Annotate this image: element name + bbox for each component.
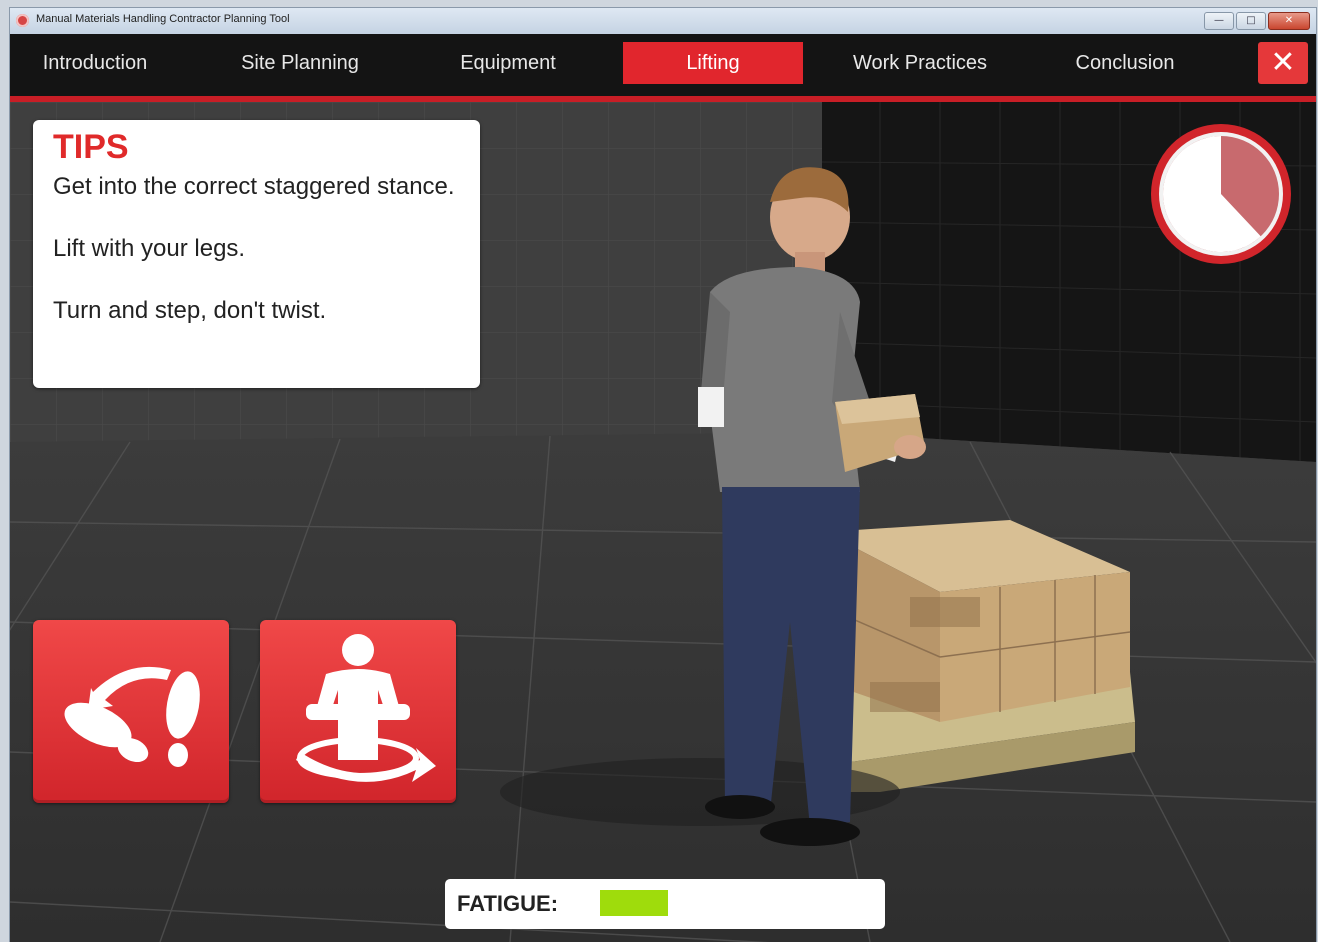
- maximize-button[interactable]: □: [1236, 12, 1266, 30]
- turn-and-step-icon: [64, 666, 200, 767]
- window-title: Manual Materials Handling Contractor Pla…: [36, 13, 290, 25]
- app-window: Manual Materials Handling Contractor Pla…: [10, 8, 1316, 942]
- tab-introduction[interactable]: Introduction: [10, 42, 180, 84]
- fatigue-label: FATIGUE:: [457, 891, 559, 916]
- timer-icon: [1151, 124, 1291, 264]
- twist-torso-icon: [296, 634, 436, 782]
- fatigue-fill: [600, 890, 668, 916]
- tab-site-planning[interactable]: Site Planning: [200, 42, 400, 84]
- fatigue-track: [600, 890, 870, 916]
- tips-title: TIPS: [53, 128, 129, 166]
- tip-staggered-stance: Get into the correct staggered stance.: [53, 173, 455, 200]
- fatigue-meter: FATIGUE:: [445, 879, 885, 929]
- tab-equipment[interactable]: Equipment: [410, 42, 606, 84]
- main-navigation: Introduction Site Planning Equipment Lif…: [10, 34, 1316, 102]
- window-close-button[interactable]: ✕: [1268, 12, 1310, 30]
- window-controls: — □ ✕: [1204, 12, 1310, 30]
- minimize-button[interactable]: —: [1204, 12, 1234, 30]
- timer-dial: [1143, 121, 1299, 267]
- app-icon: [16, 14, 29, 27]
- tab-work-practices[interactable]: Work Practices: [820, 42, 1020, 84]
- twist-torso-button[interactable]: [260, 620, 456, 803]
- tab-lifting[interactable]: Lifting: [623, 42, 803, 84]
- turn-and-step-button[interactable]: [33, 620, 229, 803]
- tab-conclusion[interactable]: Conclusion: [1030, 42, 1220, 84]
- tip-lift-with-legs: Lift with your legs.: [53, 235, 246, 262]
- tips-panel: TIPS Get into the correct staggered stan…: [33, 120, 480, 388]
- tip-turn-and-step: Turn and step, don't twist.: [53, 297, 327, 324]
- close-button[interactable]: ✕: [1258, 42, 1308, 84]
- title-bar: Manual Materials Handling Contractor Pla…: [10, 8, 1316, 35]
